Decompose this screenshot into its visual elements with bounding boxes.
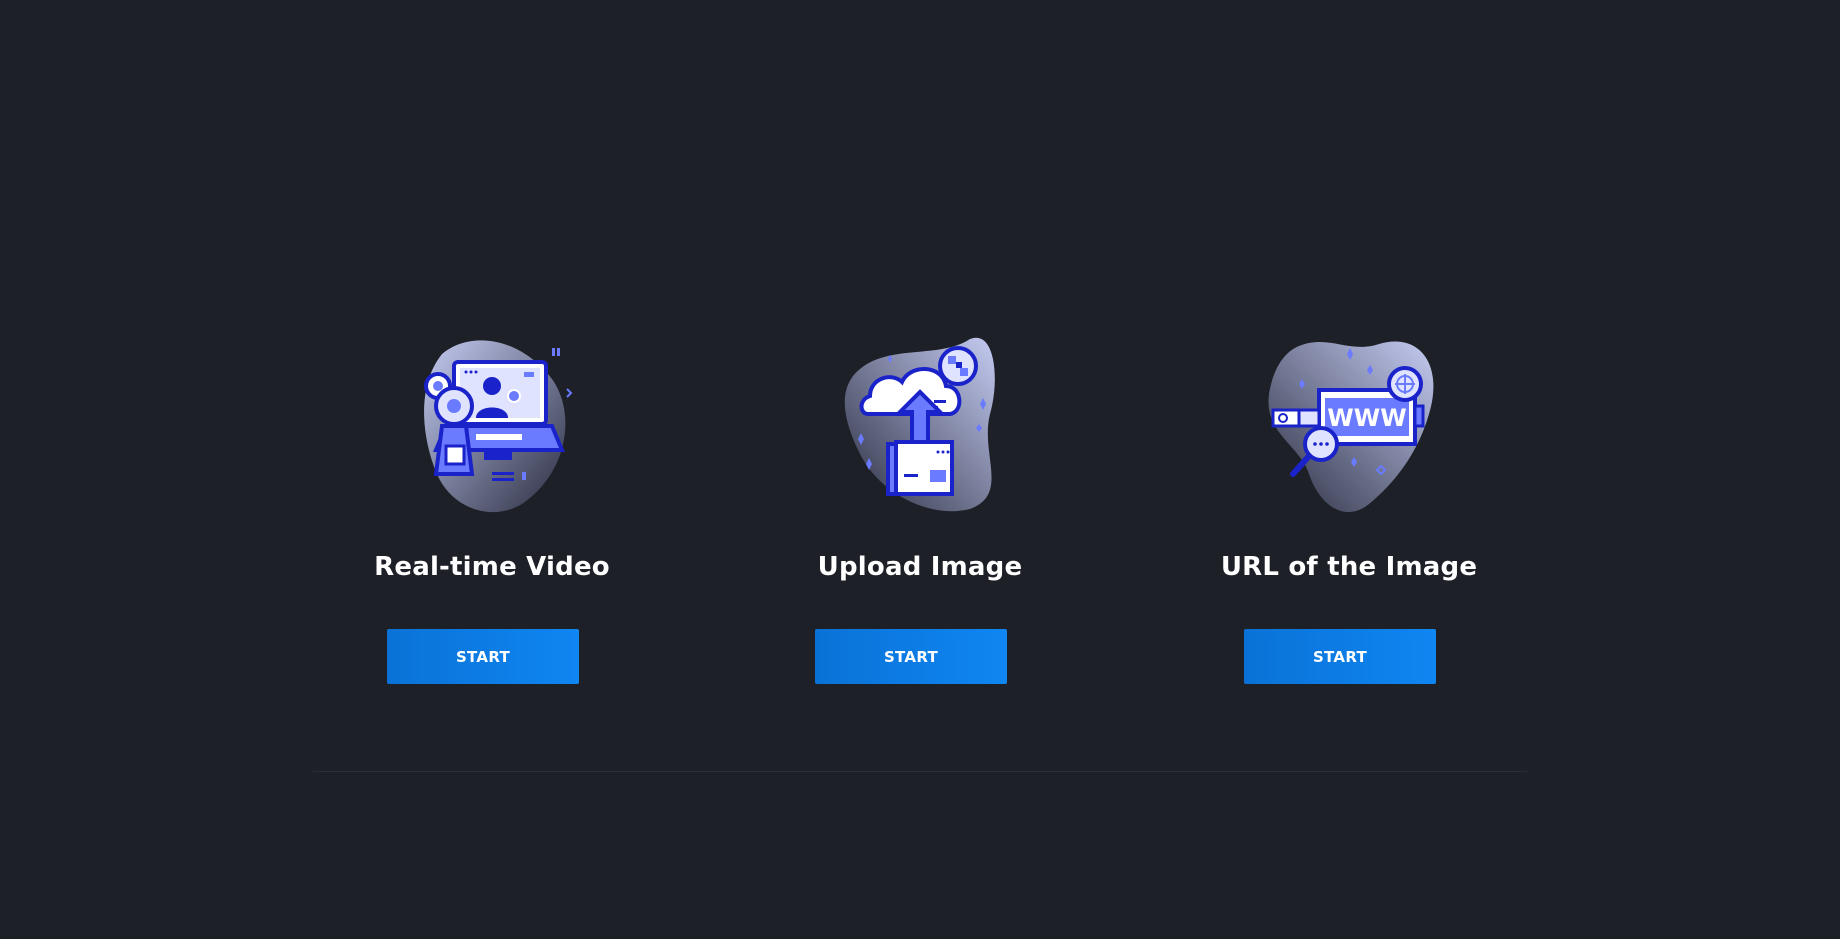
svg-text:WWW: WWW	[1327, 404, 1406, 432]
start-realtime-video-button[interactable]: START	[387, 629, 579, 684]
option-card-upload-image: Upload Image START	[770, 334, 1070, 684]
video-call-icon	[424, 340, 573, 513]
option-title: URL of the Image	[1220, 552, 1478, 582]
option-card-realtime-video: Real-time Video START	[342, 334, 642, 684]
cloud-upload-icon	[844, 337, 995, 512]
divider	[313, 771, 1527, 772]
option-title: Upload Image	[817, 552, 1023, 582]
start-url-image-button[interactable]: START	[1244, 629, 1436, 684]
web-url-icon: WWW	[1268, 341, 1434, 513]
page: Real-time Video START Upload Image START…	[0, 0, 1840, 939]
start-upload-image-button[interactable]: START	[815, 629, 1007, 684]
option-card-url-image: WWW URL of the Image START	[1199, 334, 1499, 684]
option-title: Real-time Video	[374, 552, 610, 582]
